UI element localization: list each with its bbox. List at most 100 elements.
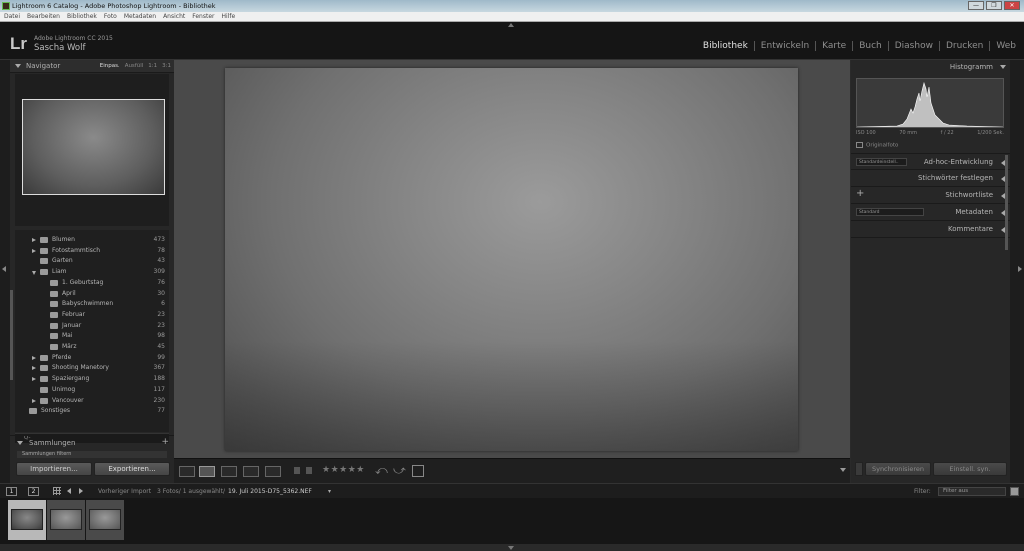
right-edge-arrow-icon[interactable] [1018, 266, 1022, 272]
menu-bearbeiten[interactable]: Bearbeiten [27, 13, 60, 20]
back-arrow-icon[interactable] [67, 488, 71, 494]
sync-button[interactable]: Synchronisieren [865, 462, 931, 476]
grid-icon[interactable] [53, 487, 61, 495]
folder-row[interactable]: Shooting Manetory 367 [15, 363, 169, 374]
collapse-triangle-icon[interactable] [15, 64, 21, 68]
module-karte[interactable]: Karte [816, 41, 854, 51]
sync-settings-button[interactable]: Einstell. syn. [933, 462, 1007, 476]
keyword-list-section[interactable]: + Stichwortliste [851, 187, 1010, 204]
left-panel-edge[interactable] [0, 60, 10, 483]
people-view-icon[interactable] [265, 466, 281, 477]
loupe-view-icon[interactable] [199, 466, 215, 477]
minimize-button[interactable]: — [968, 1, 984, 10]
filter-switch[interactable] [1010, 487, 1019, 496]
zoom-1-1[interactable]: 1:1 [148, 63, 157, 69]
folder-row[interactable]: Liam 309 [15, 267, 169, 278]
folder-row[interactable]: 1. Geburtstag 76 [15, 278, 169, 289]
sync-toggle-switch[interactable] [855, 462, 863, 476]
forward-arrow-icon[interactable] [79, 488, 83, 494]
histogram-header[interactable]: Histogramm [851, 60, 1010, 74]
folder-row[interactable]: Blumen 473 [15, 235, 169, 246]
close-button[interactable]: ✕ [1004, 1, 1020, 10]
filmstrip-filename[interactable]: 19. Juli 2015-D75_5362.NEF [228, 488, 312, 495]
collapse-triangle-icon[interactable] [1000, 65, 1006, 69]
folder-row[interactable]: April 30 [15, 289, 169, 300]
zoom-fill[interactable]: Ausfüll [125, 63, 144, 69]
metadata-preset[interactable]: Standard [856, 208, 924, 216]
grid-view-icon[interactable] [179, 466, 195, 477]
original-photo-checkbox[interactable]: Originalfoto [856, 142, 898, 149]
folder-row[interactable]: Sonstiges 77 [15, 406, 169, 417]
collapsed-triangle-icon[interactable] [32, 366, 36, 371]
metadata-section[interactable]: Standard Metadaten [851, 204, 1010, 221]
pick-flag-icon[interactable] [294, 467, 300, 474]
module-drucken[interactable]: Drucken [940, 41, 991, 51]
reject-flag-icon[interactable] [306, 467, 312, 474]
expanded-triangle-icon[interactable] [32, 271, 36, 276]
folders-scrollbar[interactable] [10, 290, 13, 380]
folder-row[interactable]: März 45 [15, 342, 169, 353]
folder-row[interactable]: Spaziergang 188 [15, 374, 169, 385]
histogram[interactable] [856, 78, 1004, 128]
crop-icon[interactable] [412, 465, 424, 477]
folder-row[interactable]: Unimog 117 [15, 385, 169, 396]
collapse-top-arrow-icon[interactable] [508, 23, 514, 27]
menu-metadaten[interactable]: Metadaten [124, 13, 156, 20]
folder-row[interactable]: Vancouver 230 [15, 396, 169, 407]
folder-row[interactable]: Pferde 99 [15, 353, 169, 364]
export-button[interactable]: Exportieren... [94, 462, 170, 476]
collections-header[interactable]: Sammlungen + [10, 435, 174, 448]
star-rating[interactable]: ★★★★★ [322, 465, 365, 475]
quick-develop-preset[interactable]: Standardeinstell.. [856, 158, 907, 166]
filename-dropdown-icon[interactable]: ▾ [328, 488, 331, 495]
collapsed-triangle-icon[interactable] [32, 238, 36, 242]
survey-view-icon[interactable] [243, 466, 259, 477]
maximize-button[interactable]: ❒ [986, 1, 1002, 10]
navigator-preview[interactable] [15, 74, 169, 226]
collapse-triangle-icon[interactable] [17, 441, 23, 445]
folder-row[interactable]: Babyschwimmen 6 [15, 299, 169, 310]
secondary-monitor-button[interactable]: 2 [28, 487, 39, 496]
right-panel-scrollbar[interactable] [1005, 155, 1008, 250]
comments-section[interactable]: Kommentare [851, 221, 1010, 238]
zoom-fit[interactable]: Einpas. [100, 63, 120, 69]
import-button[interactable]: Importieren... [16, 462, 92, 476]
menu-bibliothek[interactable]: Bibliothek [67, 13, 97, 20]
collapsed-triangle-icon[interactable] [32, 248, 36, 253]
menu-ansicht[interactable]: Ansicht [163, 13, 185, 20]
module-entwickeln[interactable]: Entwickeln [755, 41, 817, 51]
quick-develop-section[interactable]: Standardeinstell.. Ad-hoc-Entwicklung [851, 153, 1010, 170]
folder-row[interactable]: Fotostammtisch 78 [15, 246, 169, 257]
menu-foto[interactable]: Foto [104, 13, 117, 20]
module-web[interactable]: Web [990, 41, 1016, 51]
collections-filter[interactable]: Sammlungen filtern [17, 451, 167, 458]
module-buch[interactable]: Buch [853, 41, 889, 51]
keywording-section[interactable]: Stichwörter festlegen [851, 170, 1010, 187]
main-photo[interactable] [225, 68, 798, 451]
collapse-bottom-arrow-icon[interactable] [508, 546, 514, 550]
filmstrip-source[interactable]: Vorheriger Import [98, 488, 151, 495]
toolbar-dropdown-icon[interactable] [840, 468, 846, 472]
collapsed-triangle-icon[interactable] [32, 377, 36, 382]
primary-monitor-button[interactable]: 1 [6, 487, 17, 496]
menu-fenster[interactable]: Fenster [192, 13, 214, 20]
collapsed-triangle-icon[interactable] [32, 398, 36, 403]
navigator-thumbnail[interactable] [22, 99, 165, 195]
rotate-left-icon[interactable]: ⤺ [375, 463, 388, 478]
navigator-header[interactable]: Navigator Einpas. Ausfüll 1:1 3:1 [10, 60, 174, 73]
folder-row[interactable]: Januar 23 [15, 321, 169, 332]
collapsed-triangle-icon[interactable] [32, 355, 36, 360]
module-bibliothek[interactable]: Bibliothek [697, 41, 755, 51]
module-diashow[interactable]: Diashow [889, 41, 940, 51]
menu-datei[interactable]: Datei [4, 13, 20, 20]
filmstrip-thumbnail[interactable] [8, 500, 46, 540]
add-collection-button[interactable]: + [161, 437, 169, 447]
folder-row[interactable]: Mai 98 [15, 331, 169, 342]
folder-row[interactable]: Garten 43 [15, 256, 169, 267]
add-keyword-button[interactable]: + [856, 188, 864, 199]
menu-hilfe[interactable]: Hilfe [222, 13, 236, 20]
filmstrip-thumbnail[interactable] [86, 500, 124, 540]
compare-view-icon[interactable] [221, 466, 237, 477]
filmstrip-thumbnail[interactable] [47, 500, 85, 540]
left-edge-arrow-icon[interactable] [2, 266, 6, 272]
